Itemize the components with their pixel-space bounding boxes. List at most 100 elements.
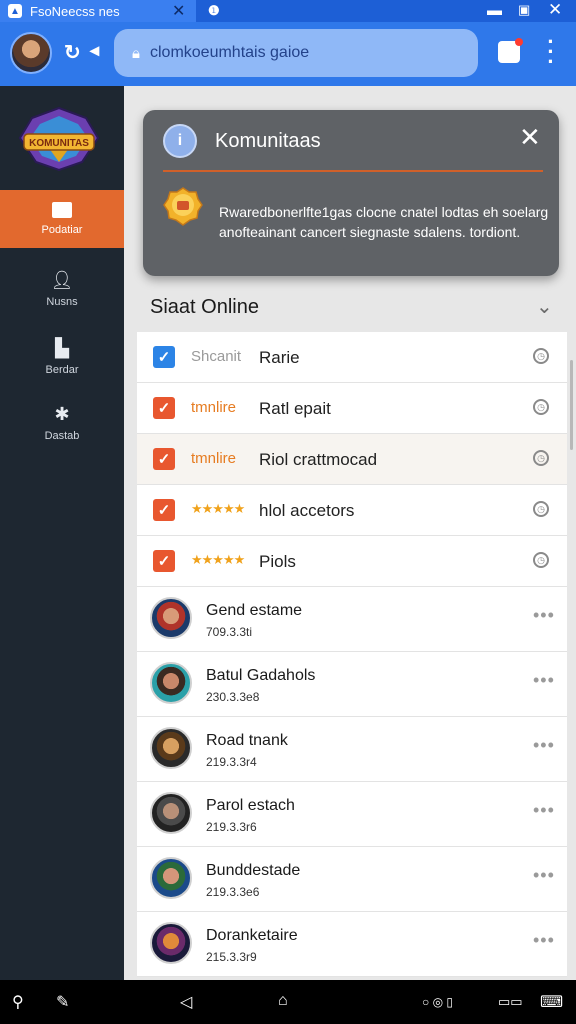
more-options-icon[interactable]: ••• (533, 800, 555, 821)
address-bar[interactable]: 🔒︎ clomkoeumhtais gaioe (114, 29, 478, 77)
list-item[interactable]: ✓ tmnlire Ratl epait ◷ (137, 383, 567, 434)
clock-icon[interactable]: ◷ (533, 552, 549, 568)
browser-toolbar: ↻ ◂ 🔒︎ clomkoeumhtais gaioe · · · (0, 22, 576, 86)
back-icon[interactable]: ◂ (90, 40, 99, 61)
section-title: Siaat Online (150, 296, 259, 318)
star-rating: ★★★★★ (191, 552, 245, 567)
back-nav-icon[interactable]: ◁ (180, 992, 192, 1012)
avatar (150, 792, 192, 834)
extension-icon[interactable] (498, 38, 523, 63)
row-label: hlol accetors (259, 501, 355, 520)
info-icon: i (163, 124, 197, 158)
maximize-icon[interactable]: ▣ (518, 2, 530, 18)
window-close-icon[interactable]: ✕ (548, 0, 562, 20)
tab-info-icon: ❶ (208, 3, 220, 18)
checkbox[interactable]: ✓ (153, 448, 175, 470)
home-nav-icon[interactable]: ⌂ (278, 992, 288, 1010)
player-row[interactable]: Road tnank 219.3.3r4 ••• (137, 717, 567, 782)
player-row[interactable]: Batul Gadahols 230.3.3e8 ••• (137, 652, 567, 717)
row-label: Riol crattmocad (259, 450, 378, 469)
player-name: Road tnank (206, 732, 288, 749)
checkbox[interactable]: ✓ (153, 397, 175, 419)
notification-body: Rwaredbonerlfte1gas clocne cnatel lodtas… (219, 204, 549, 240)
scrollbar[interactable] (570, 360, 573, 450)
more-options-icon[interactable]: ••• (533, 735, 555, 756)
sidebar-item-nusns[interactable]: 👤︎ Nusns (0, 260, 124, 318)
user-icon: 👤︎ (50, 269, 74, 290)
row-label: Piols (259, 552, 296, 571)
player-id: 219.3.3r4 (206, 755, 257, 769)
sidebar-item-berdar[interactable]: ▙ Berdar (0, 328, 124, 386)
sidebar-item-dastab[interactable]: ✱ Dastab (0, 394, 124, 452)
tab-title: FsoNeecss nes (30, 3, 120, 19)
settings-icon: ✱ (54, 403, 70, 424)
player-name: Parol estach (206, 797, 295, 814)
avatar (150, 857, 192, 899)
system-nav-bar: ⚲ ✎ ◁ ⌂ ○ ◎ ▯ ▭▭ ⌨ (0, 980, 576, 1024)
checkbox[interactable]: ✓ (153, 550, 175, 572)
list-item[interactable]: ✓ Shcanit Rarie ◷ (137, 332, 567, 383)
clock-icon[interactable]: ◷ (533, 450, 549, 466)
player-id: 219.3.3e6 (206, 885, 260, 899)
row-tag: tmnlire (191, 450, 237, 467)
avatar (150, 727, 192, 769)
notification-close-icon[interactable]: ✕ (519, 124, 541, 150)
sidebar-item-label: Nusns (46, 296, 78, 308)
battery-icon: ▭▭ (498, 994, 523, 1009)
player-row[interactable]: Doranketaire 215.3.3r9 ••• (137, 912, 567, 977)
keyboard-icon[interactable]: ⌨ (540, 992, 563, 1012)
player-name: Bunddestade (206, 862, 301, 879)
status-indicators-icon: ○ ◎ ▯ (422, 995, 453, 1009)
lock-icon: 🔒︎ (132, 44, 140, 62)
notification-divider (163, 170, 543, 172)
main-content: i Komunitaas ✕ Rwaredbonerlfte1gas clocn… (124, 86, 576, 980)
player-id: 230.3.3e8 (206, 690, 260, 704)
address-text: clomkoeumhtais gaioe (149, 44, 310, 61)
row-label: Rarie (259, 348, 300, 367)
more-options-icon[interactable]: ••• (533, 865, 555, 886)
player-id: 709.3.3ti (206, 625, 253, 639)
clock-icon[interactable]: ◷ (533, 348, 549, 364)
more-options-icon[interactable]: ••• (533, 605, 555, 626)
browser-tab-active[interactable]: ▲ FsoNeecss nes (0, 0, 196, 22)
player-name: Gend estame (206, 602, 303, 619)
document-icon: ▙ (55, 337, 69, 358)
player-row[interactable]: Gend estame 709.3.3ti ••• (137, 587, 567, 652)
player-row[interactable]: Parol estach 219.3.3r6 ••• (137, 782, 567, 847)
row-tag: tmnlire (191, 399, 237, 416)
more-options-icon[interactable]: ••• (533, 670, 555, 691)
sidebar-item-podatiar[interactable]: Podatiar (0, 190, 124, 248)
game-logo: KOMUNITAS (18, 106, 100, 172)
checkbox[interactable]: ✓ (153, 346, 175, 368)
tab-favicon-icon: ▲ (8, 4, 22, 18)
more-options-icon[interactable]: ••• (533, 930, 555, 951)
minimize-icon[interactable]: ▬ (487, 2, 502, 19)
sidebar: KOMUNITAS Podatiar 👤︎ Nusns ▙ Berdar ✱ D… (0, 86, 124, 980)
avatar (150, 597, 192, 639)
list-item[interactable]: ✓ ★★★★★ hlol accetors ◷ (137, 485, 567, 536)
pen-icon: ✎ (56, 994, 70, 1011)
notification-card: i Komunitaas ✕ Rwaredbonerlfte1gas clocn… (143, 110, 559, 276)
player-name: Batul Gadahols (206, 667, 316, 684)
tab-close-icon[interactable]: ✕ (172, 1, 185, 21)
avatar (150, 922, 192, 964)
chevron-down-icon[interactable]: ⌄ (536, 294, 553, 319)
clock-icon[interactable]: ◷ (533, 501, 549, 517)
star-rating: ★★★★★ (191, 501, 245, 516)
sidebar-item-label: Dastab (44, 430, 80, 442)
trophy-badge-icon (163, 187, 203, 226)
clock-icon[interactable]: ◷ (533, 399, 549, 415)
checkbox[interactable]: ✓ (153, 499, 175, 521)
sidebar-item-label: Podatiar (41, 224, 83, 236)
profile-avatar[interactable] (10, 32, 52, 74)
player-row[interactable]: Bunddestade 219.3.3e6 ••• (137, 847, 567, 912)
refresh-icon[interactable]: ↻ (64, 40, 81, 65)
list-item[interactable]: ✓ tmnlire Riol crattmocad ◷ (137, 434, 567, 485)
player-id: 215.3.3r9 (206, 950, 257, 964)
avatar (150, 662, 192, 704)
row-tag: Shcanit (191, 348, 242, 365)
player-name: Doranketaire (206, 927, 298, 944)
sidebar-item-label: Berdar (45, 364, 79, 376)
more-menu-icon[interactable]: · · · (546, 31, 556, 73)
list-item[interactable]: ✓ ★★★★★ Piols ◷ (137, 536, 567, 587)
